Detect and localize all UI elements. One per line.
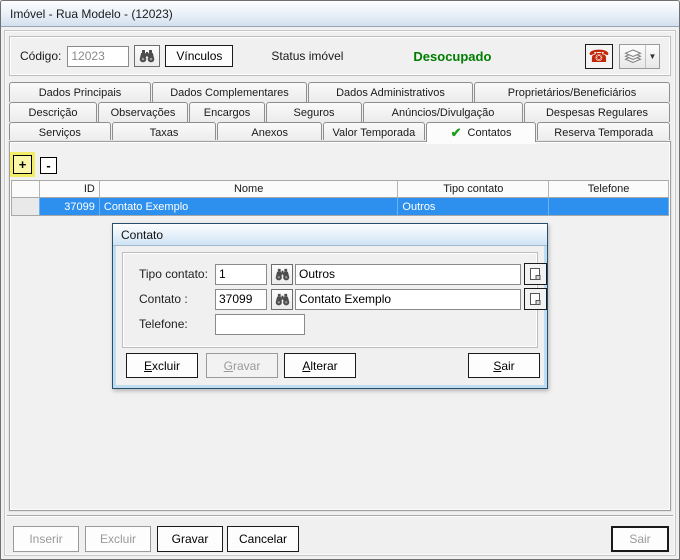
header-nome[interactable]: Nome	[99, 181, 399, 198]
table-header-row: ID Nome Tipo contato Telefone	[12, 181, 669, 198]
cell-telefone[interactable]	[549, 198, 669, 216]
tab-despesas-regulares[interactable]: Despesas Regulares	[524, 102, 670, 122]
add-contact-button[interactable]: +	[13, 155, 32, 174]
contacts-table: ID Nome Tipo contato Telefone 37099 Cont…	[11, 180, 669, 216]
tab-anexos[interactable]: Anexos	[217, 122, 323, 142]
dialog-titlebar[interactable]: Contato	[113, 224, 547, 246]
cancelar-button[interactable]: Cancelar	[227, 526, 299, 552]
tipo-contato-search-button[interactable]	[271, 263, 293, 285]
minus-icon: -	[46, 158, 51, 173]
app-window: Imóvel - Rua Modelo - (12023) Código: Ví…	[0, 0, 680, 560]
dialog-gravar-button: Gravar	[206, 353, 278, 378]
contato-dialog: Contato Tipo contato: 1 Outros Contato:…	[112, 223, 548, 389]
form-page-icon	[530, 268, 541, 280]
phone-button[interactable]: ☎	[585, 43, 613, 69]
remove-contact-button[interactable]: -	[40, 157, 57, 174]
plus-icon: +	[18, 157, 27, 172]
header-tipo-contato[interactable]: Tipo contato	[398, 181, 550, 198]
tab-reserva-temporada[interactable]: Reserva Temporada	[537, 122, 670, 142]
telefone-row: Telefone:	[123, 313, 537, 335]
window-titlebar[interactable]: Imóvel - Rua Modelo - (12023)	[1, 1, 679, 27]
checkmark-icon: ✔	[450, 124, 462, 140]
toolbar: Código: Vínculos Status imóvel Desocupad…	[9, 36, 671, 76]
tab-row-3: Serviços Taxas Anexos Valor Temporada ✔ …	[9, 122, 671, 142]
sair-button: Sair	[611, 526, 669, 552]
phone-icon: ☎	[588, 46, 610, 66]
layers-icon	[620, 44, 646, 68]
contatos-tab-page: + - ID Nome Tipo contato Telefone 37099 …	[9, 141, 671, 511]
form-page-icon	[530, 293, 541, 305]
search-binoculars-button[interactable]	[134, 45, 161, 67]
status-imovel-label: Status imóvel	[271, 49, 344, 63]
dialog-button-bar: Excluir Gravar Alterar Sair	[116, 353, 544, 379]
tipo-contato-detail-button[interactable]	[524, 263, 547, 285]
cell-tipo-contato[interactable]: Outros	[398, 198, 550, 216]
tab-descricao[interactable]: Descrição	[9, 102, 97, 122]
contato-desc-input[interactable]	[295, 288, 521, 310]
dialog-fields-group: Tipo contato: 1 Outros Contato: 37099 C…	[122, 252, 547, 348]
dialog-sair-button[interactable]: Sair	[468, 353, 540, 378]
tab-row-2: Descrição Observações Encargos Seguros A…	[9, 102, 671, 122]
excluir-button: Excluir	[85, 526, 151, 552]
footer-button-bar: Inserir Excluir Gravar Cancelar Sair	[1, 520, 679, 554]
cell-id[interactable]: 37099	[39, 198, 100, 216]
row-selector-cell[interactable]	[12, 198, 40, 216]
tab-dados-principais[interactable]: Dados Principais	[9, 82, 151, 102]
tab-anuncios-divulgacao[interactable]: Anúncios/Divulgação	[363, 102, 523, 122]
dialog-excluir-button[interactable]: Excluir	[126, 353, 198, 378]
window-title: Imóvel - Rua Modelo - (12023)	[10, 6, 173, 21]
tab-seguros[interactable]: Seguros	[266, 102, 362, 122]
codigo-input[interactable]	[67, 45, 130, 67]
tab-strip: Dados Principais Dados Complementares Da…	[9, 82, 671, 142]
gravar-button[interactable]: Gravar	[157, 526, 223, 552]
contato-code-input[interactable]	[215, 288, 267, 310]
tipo-contato-row: Tipo contato:	[123, 263, 547, 285]
tab-contatos[interactable]: ✔ Contatos	[425, 122, 537, 142]
tab-dados-administrativos[interactable]: Dados Administrativos	[308, 82, 473, 102]
tipo-contato-label: Tipo contato:	[139, 267, 208, 281]
telefone-label: Telefone:	[139, 317, 188, 331]
tipo-contato-code-input[interactable]	[215, 263, 267, 285]
dialog-title: Contato	[121, 227, 164, 242]
contato-search-button[interactable]	[271, 288, 293, 310]
binoculars-icon	[275, 268, 289, 280]
cell-nome[interactable]: Contato Exemplo	[99, 198, 399, 216]
codigo-label: Código:	[20, 49, 62, 63]
tab-taxas[interactable]: Taxas	[111, 122, 217, 142]
tab-encargos[interactable]: Encargos	[189, 102, 265, 122]
header-telefone[interactable]: Telefone	[549, 181, 669, 198]
layers-split-button[interactable]: ▼	[619, 43, 660, 69]
binoculars-icon	[140, 50, 155, 63]
tab-valor-temporada[interactable]: Valor Temporada	[323, 122, 425, 142]
tab-row-1: Dados Principais Dados Complementares Da…	[9, 82, 671, 102]
inserir-button: Inserir	[13, 526, 79, 552]
tab-proprietarios-beneficiarios[interactable]: Proprietários/Beneficiários	[474, 82, 670, 102]
table-row[interactable]: 37099 Contato Exemplo Outros	[12, 198, 669, 216]
tab-dados-complementares[interactable]: Dados Complementares	[152, 82, 307, 102]
tab-observacoes[interactable]: Observações	[98, 102, 188, 122]
footer-separator	[7, 515, 673, 517]
dialog-alterar-button[interactable]: Alterar	[284, 353, 356, 378]
layers-dropdown-arrow-icon[interactable]: ▼	[646, 45, 659, 68]
tab-servicos[interactable]: Serviços	[9, 122, 111, 142]
header-row-selector	[12, 181, 40, 198]
vinculos-button[interactable]: Vínculos	[165, 45, 234, 67]
contato-detail-button[interactable]	[524, 288, 547, 310]
status-value: Desocupado	[413, 48, 492, 64]
contato-label: Contato :	[139, 292, 188, 306]
dialog-body: Tipo contato: 1 Outros Contato: 37099 C…	[116, 246, 547, 385]
contato-row: Contato :	[123, 288, 547, 310]
binoculars-icon	[275, 293, 289, 305]
telefone-input[interactable]	[215, 313, 305, 335]
header-id[interactable]: ID	[39, 181, 100, 198]
tipo-contato-desc-input[interactable]	[295, 263, 521, 285]
client-area: Código: Vínculos Status imóvel Desocupad…	[1, 28, 679, 559]
